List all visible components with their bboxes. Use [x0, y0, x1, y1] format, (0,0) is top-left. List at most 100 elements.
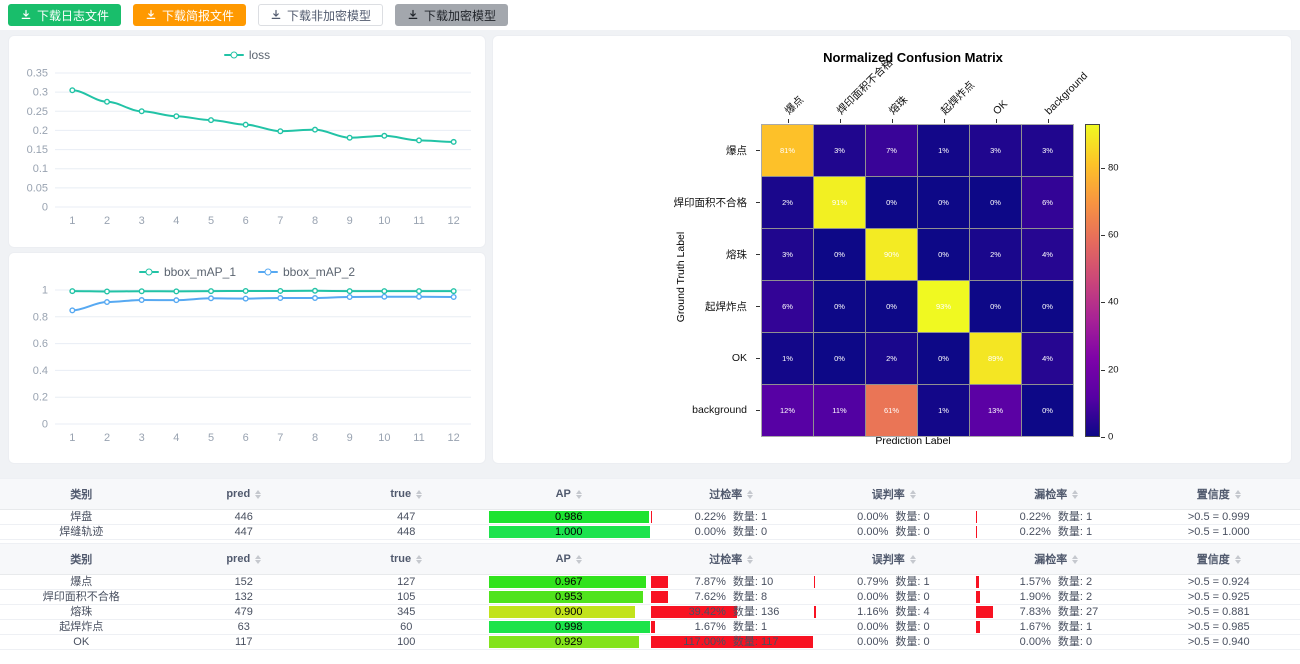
overdetect-cell: 7.62%数量: 8 — [650, 590, 813, 604]
button-label: 下载日志文件 — [37, 7, 109, 24]
matrix-title: Normalized Confusion Matrix — [535, 50, 1291, 65]
legend-label: bbox_mAP_2 — [283, 265, 355, 279]
legend-marker-icon — [139, 268, 159, 276]
pred-value: 152 — [235, 576, 253, 589]
rate-percent: 1.67% — [983, 621, 1058, 634]
download-log-button[interactable]: 下载日志文件 — [8, 4, 121, 26]
svg-text:11: 11 — [413, 215, 424, 227]
sort-desc-icon — [416, 495, 422, 502]
svg-text:12: 12 — [448, 432, 460, 444]
matrix-left-tick — [756, 410, 760, 411]
rate-percent: 0.00% — [983, 636, 1058, 649]
column-header-误判率[interactable]: 误判率 — [813, 479, 976, 509]
metrics-table-defects: 类别predtrueAP过检率误判率漏检率置信度爆点1521270.9677.8… — [0, 543, 1300, 650]
rate-percent: 39.42% — [658, 606, 733, 619]
true-cell: 60 — [325, 620, 488, 634]
true-value: 60 — [400, 621, 412, 634]
column-header-AP[interactable]: AP — [488, 479, 651, 509]
column-header-漏检率[interactable]: 漏检率 — [975, 479, 1138, 509]
column-header-label: AP — [556, 488, 571, 500]
ap-cell: 0.986 — [488, 510, 651, 524]
pred-cell: 479 — [163, 605, 326, 619]
legend-item-loss[interactable]: loss — [224, 47, 270, 63]
rate-percent: 1.67% — [658, 621, 733, 634]
rate-percent: 117.00% — [658, 636, 733, 649]
svg-text:12: 12 — [448, 215, 460, 227]
svg-text:1: 1 — [69, 215, 75, 227]
rate-percent: 0.00% — [658, 526, 733, 539]
rate-count: 数量: 1 — [733, 621, 805, 634]
legend-item-bbox_mAP_2[interactable]: bbox_mAP_2 — [258, 264, 355, 280]
rate-percent: 0.79% — [821, 576, 896, 589]
matrix-cell: 6% — [1022, 177, 1073, 228]
true-value: 448 — [397, 526, 415, 539]
legend-item-bbox_mAP_1[interactable]: bbox_mAP_1 — [139, 264, 236, 280]
colorbar-tick-label: 40 — [1108, 297, 1119, 308]
column-header-误判率[interactable]: 误判率 — [813, 544, 976, 574]
column-header-label: pred — [226, 488, 250, 500]
download-report-button[interactable]: 下载简报文件 — [133, 4, 246, 26]
svg-text:0: 0 — [42, 419, 48, 431]
misjudge-cell: 0.00%数量: 0 — [813, 590, 976, 604]
column-header-漏检率[interactable]: 漏检率 — [975, 544, 1138, 574]
svg-text:1: 1 — [69, 432, 75, 444]
rate-percent: 1.16% — [821, 606, 896, 619]
sort-desc-icon — [910, 560, 916, 567]
column-header-类别: 类别 — [0, 479, 163, 509]
rate-bar — [814, 576, 816, 588]
table-row: 爆点1521270.9677.87%数量: 100.79%数量: 11.57%数… — [0, 575, 1300, 590]
svg-text:2: 2 — [104, 215, 110, 227]
column-header-label: 误判率 — [872, 551, 905, 567]
sort-caret-icon — [576, 552, 582, 567]
rate-percent: 7.87% — [658, 576, 733, 589]
rate-count: 数量: 4 — [895, 606, 967, 619]
svg-text:10: 10 — [378, 215, 390, 227]
rate-percent: 0.00% — [821, 526, 896, 539]
column-header-AP[interactable]: AP — [488, 544, 651, 574]
matrix-cell: 7% — [866, 125, 917, 176]
matrix-cell: 0% — [866, 177, 917, 228]
pred-cell: 117 — [163, 635, 326, 649]
matrix-column-label: 熔珠 — [886, 93, 911, 118]
sort-desc-icon — [1072, 495, 1078, 502]
matrix-cell: 2% — [970, 229, 1021, 280]
column-header-pred[interactable]: pred — [163, 479, 326, 509]
sort-asc-icon — [255, 487, 261, 494]
colorbar-tick-label: 0 — [1108, 432, 1113, 443]
download-encrypted-model-button[interactable]: 下载加密模型 — [395, 4, 508, 26]
sort-caret-icon — [416, 487, 422, 502]
ap-value: 0.967 — [555, 576, 583, 589]
svg-text:0.4: 0.4 — [33, 365, 48, 377]
confidence-cell: >0.5 = 0.999 — [1138, 510, 1300, 524]
matrix-row-label: background — [493, 384, 755, 436]
matrix-cell: 0% — [814, 281, 865, 332]
missdetect-cell: 0.22%数量: 1 — [975, 525, 1138, 539]
sort-desc-icon — [747, 560, 753, 567]
download-plain-model-button[interactable]: 下载非加密模型 — [258, 4, 383, 26]
sort-desc-icon — [1072, 560, 1078, 567]
column-header-true[interactable]: true — [325, 544, 488, 574]
sort-asc-icon — [1235, 552, 1241, 559]
matrix-cell: 89% — [970, 333, 1021, 384]
rate-count: 数量: 0 — [895, 636, 967, 649]
rate-count: 数量: 2 — [1058, 591, 1130, 604]
matrix-cell: 3% — [814, 125, 865, 176]
matrix-cell: 4% — [1022, 333, 1073, 384]
column-header-置信度[interactable]: 置信度 — [1138, 479, 1300, 509]
column-header-过检率[interactable]: 过检率 — [650, 479, 813, 509]
column-header-过检率[interactable]: 过检率 — [650, 544, 813, 574]
column-header-true[interactable]: true — [325, 479, 488, 509]
matrix-top-tick — [892, 119, 893, 123]
matrix-top-tick — [840, 119, 841, 123]
matrix-column-label: OK — [990, 97, 1011, 118]
svg-text:0.6: 0.6 — [33, 338, 48, 350]
matrix-cell: 0% — [866, 281, 917, 332]
pred-cell: 152 — [163, 575, 326, 589]
column-header-置信度[interactable]: 置信度 — [1138, 544, 1300, 574]
matrix-cell: 4% — [1022, 229, 1073, 280]
misjudge-cell: 0.79%数量: 1 — [813, 575, 976, 589]
column-header-pred[interactable]: pred — [163, 544, 326, 574]
matrix-cell: 0% — [918, 229, 969, 280]
svg-text:7: 7 — [277, 432, 283, 444]
overdetect-cell: 0.22%数量: 1 — [650, 510, 813, 524]
